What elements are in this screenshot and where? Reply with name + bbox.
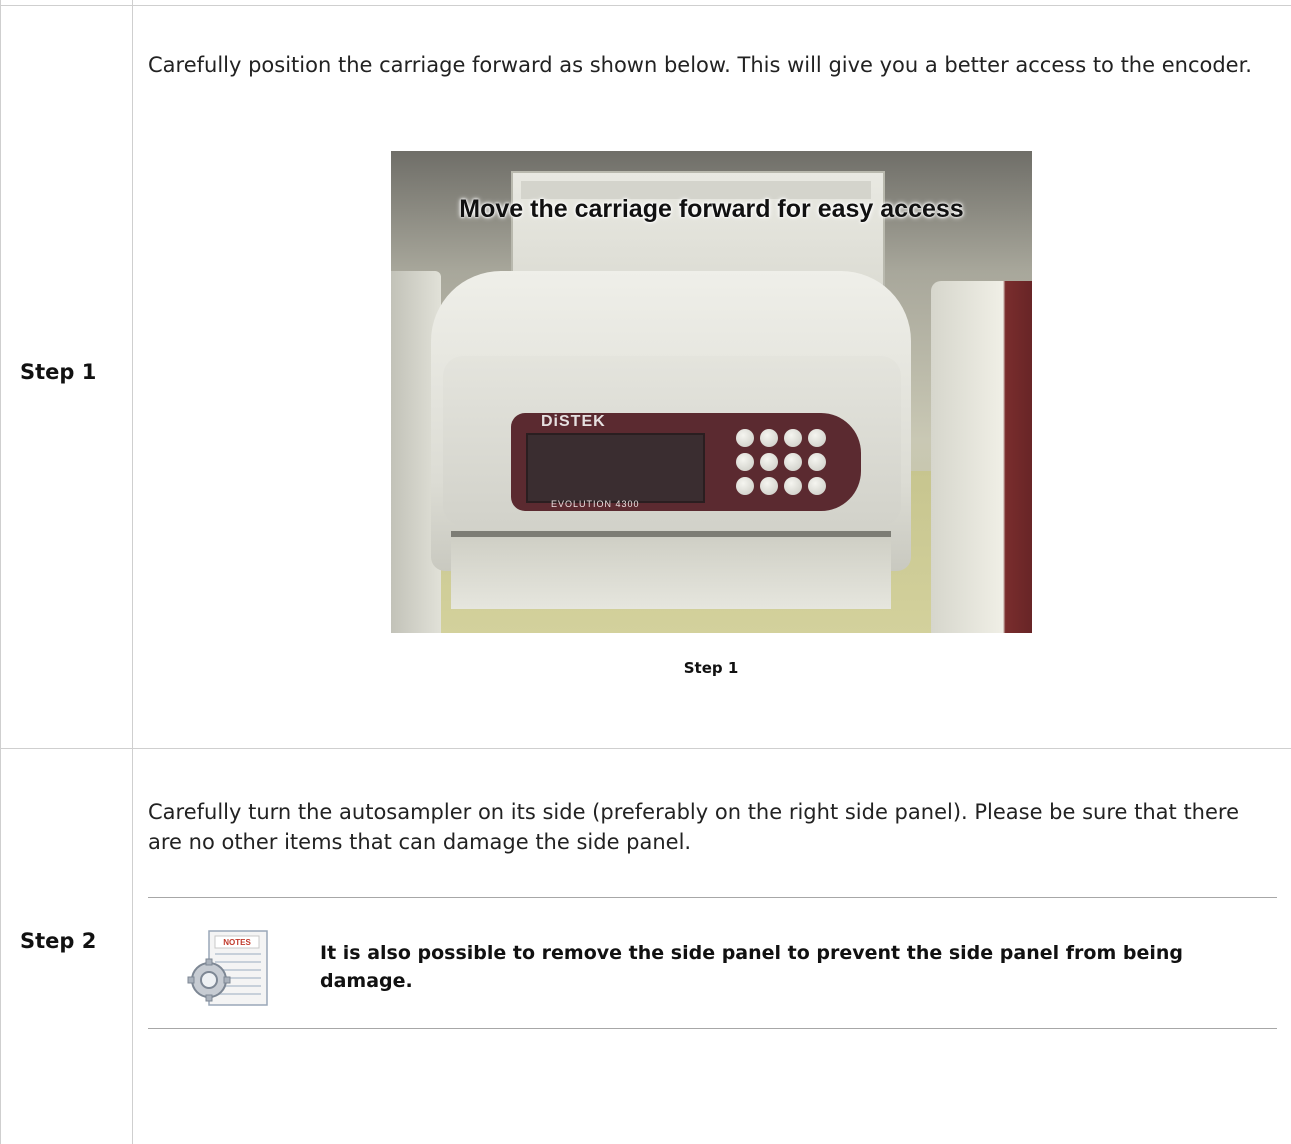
step-2-label: Step 2 (20, 929, 97, 953)
photo-brand-text: DiSTEK (541, 413, 606, 430)
photo-overlay-text: Move the carriage forward for easy acces… (459, 195, 964, 223)
note-text: It is also possible to remove the side p… (320, 942, 1183, 992)
step-1-label: Step 1 (20, 360, 97, 384)
autosampler-tray (451, 531, 891, 609)
table-column-divider (132, 0, 133, 1144)
svg-text:NOTES: NOTES (223, 938, 251, 947)
step-1-instruction: Carefully position the carriage forward … (148, 53, 1252, 77)
table-row-divider (0, 748, 1291, 749)
step-2-instruction: Carefully turn the autosampler on its si… (148, 800, 1240, 854)
autosampler-screen (526, 433, 705, 503)
table-border-left (0, 0, 1, 1144)
notes-gear-icon: NOTES (187, 928, 271, 1011)
photo-model-text: EVOLUTION 4300 (551, 499, 640, 509)
step-1-photo-caption: Step 1 (683, 659, 739, 677)
step-1-photo: DiSTEK EVOLUTION 4300 Move the carriage … (391, 151, 1032, 633)
note-divider-top (148, 897, 1277, 898)
table-border-top (0, 5, 1291, 6)
note-divider-bottom (148, 1028, 1277, 1029)
autosampler-keypad (736, 429, 846, 499)
